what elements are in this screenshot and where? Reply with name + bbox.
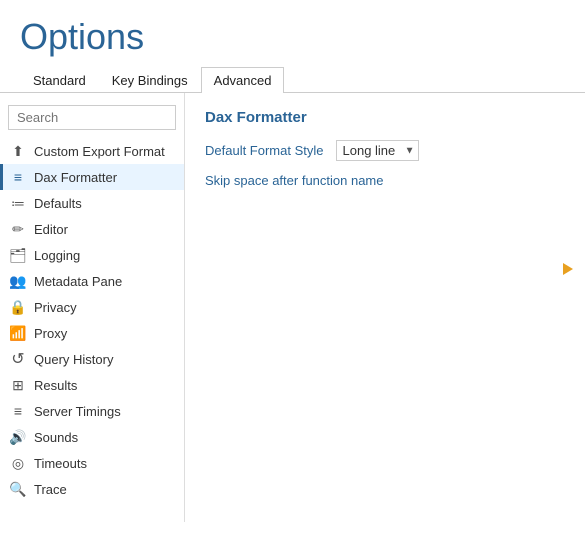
sidebar-item-privacy[interactable]: 🔒 Privacy	[0, 294, 184, 320]
cursor-indicator	[563, 263, 573, 275]
sidebar-item-label: Timeouts	[34, 456, 87, 471]
sidebar-item-label: Query History	[34, 352, 113, 367]
sidebar: ⬆ Custom Export Format ≡ Dax Formatter ≔…	[0, 93, 185, 522]
setting-row-format-style: Default Format Style Long line Short lin…	[205, 140, 565, 161]
metadata-icon: 👥	[10, 273, 26, 289]
content-area: ⬆ Custom Export Format ≡ Dax Formatter ≔…	[0, 93, 585, 522]
sounds-icon: 🔊	[10, 429, 26, 445]
tabs-bar: Standard Key Bindings Advanced	[0, 66, 585, 93]
sidebar-item-dax-formatter[interactable]: ≡ Dax Formatter	[0, 164, 184, 190]
timeouts-icon: ◎	[10, 455, 26, 471]
sidebar-item-custom-export[interactable]: ⬆ Custom Export Format	[0, 138, 184, 164]
sidebar-item-label: Logging	[34, 248, 80, 263]
custom-export-icon: ⬆	[10, 143, 26, 159]
server-timings-icon: ≡	[10, 403, 26, 419]
sidebar-item-proxy[interactable]: 📶 Proxy	[0, 320, 184, 346]
sidebar-item-label: Server Timings	[34, 404, 121, 419]
sidebar-item-label: Privacy	[34, 300, 77, 315]
tab-standard[interactable]: Standard	[20, 67, 99, 93]
page-title: Options	[0, 0, 585, 66]
sidebar-item-label: Defaults	[34, 196, 82, 211]
privacy-icon: 🔒	[10, 299, 26, 315]
sidebar-item-sounds[interactable]: 🔊 Sounds	[0, 424, 184, 450]
logging-icon: 🗂	[10, 247, 26, 263]
format-style-dropdown-container: Long line Short line ▼	[336, 140, 419, 161]
sidebar-item-label: Trace	[34, 482, 67, 497]
section-title: Dax Formatter	[205, 109, 565, 126]
editor-icon: ✏	[10, 221, 26, 237]
main-panel: Dax Formatter Default Format Style Long …	[185, 93, 585, 522]
sidebar-item-query-history[interactable]: ↺ Query History	[0, 346, 184, 372]
results-icon: ⊞	[10, 377, 26, 393]
sidebar-item-label: Custom Export Format	[34, 144, 165, 159]
default-format-style-label[interactable]: Default Format Style	[205, 143, 324, 158]
query-history-icon: ↺	[10, 351, 26, 367]
sidebar-item-label: Metadata Pane	[34, 274, 122, 289]
sidebar-item-editor[interactable]: ✏ Editor	[0, 216, 184, 242]
sidebar-item-server-timings[interactable]: ≡ Server Timings	[0, 398, 184, 424]
tab-key-bindings[interactable]: Key Bindings	[99, 67, 201, 93]
defaults-icon: ≔	[10, 195, 26, 211]
sidebar-item-label: Editor	[34, 222, 68, 237]
sidebar-item-defaults[interactable]: ≔ Defaults	[0, 190, 184, 216]
sidebar-item-metadata-pane[interactable]: 👥 Metadata Pane	[0, 268, 184, 294]
sidebar-item-trace[interactable]: 🔍 Trace	[0, 476, 184, 502]
search-input[interactable]	[8, 105, 176, 130]
sidebar-item-timeouts[interactable]: ◎ Timeouts	[0, 450, 184, 476]
setting-row-skip-space: Skip space after function name	[205, 173, 565, 188]
sidebar-item-label: Proxy	[34, 326, 67, 341]
sidebar-item-label: Sounds	[34, 430, 78, 445]
sidebar-item-label: Dax Formatter	[34, 170, 117, 185]
proxy-icon: 📶	[10, 325, 26, 341]
sidebar-item-logging[interactable]: 🗂 Logging	[0, 242, 184, 268]
tab-advanced[interactable]: Advanced	[201, 67, 285, 93]
sidebar-item-label: Results	[34, 378, 77, 393]
format-style-dropdown[interactable]: Long line Short line	[336, 140, 419, 161]
trace-icon: 🔍	[10, 481, 26, 497]
dax-formatter-icon: ≡	[10, 169, 26, 185]
skip-space-label[interactable]: Skip space after function name	[205, 173, 384, 188]
sidebar-item-results[interactable]: ⊞ Results	[0, 372, 184, 398]
